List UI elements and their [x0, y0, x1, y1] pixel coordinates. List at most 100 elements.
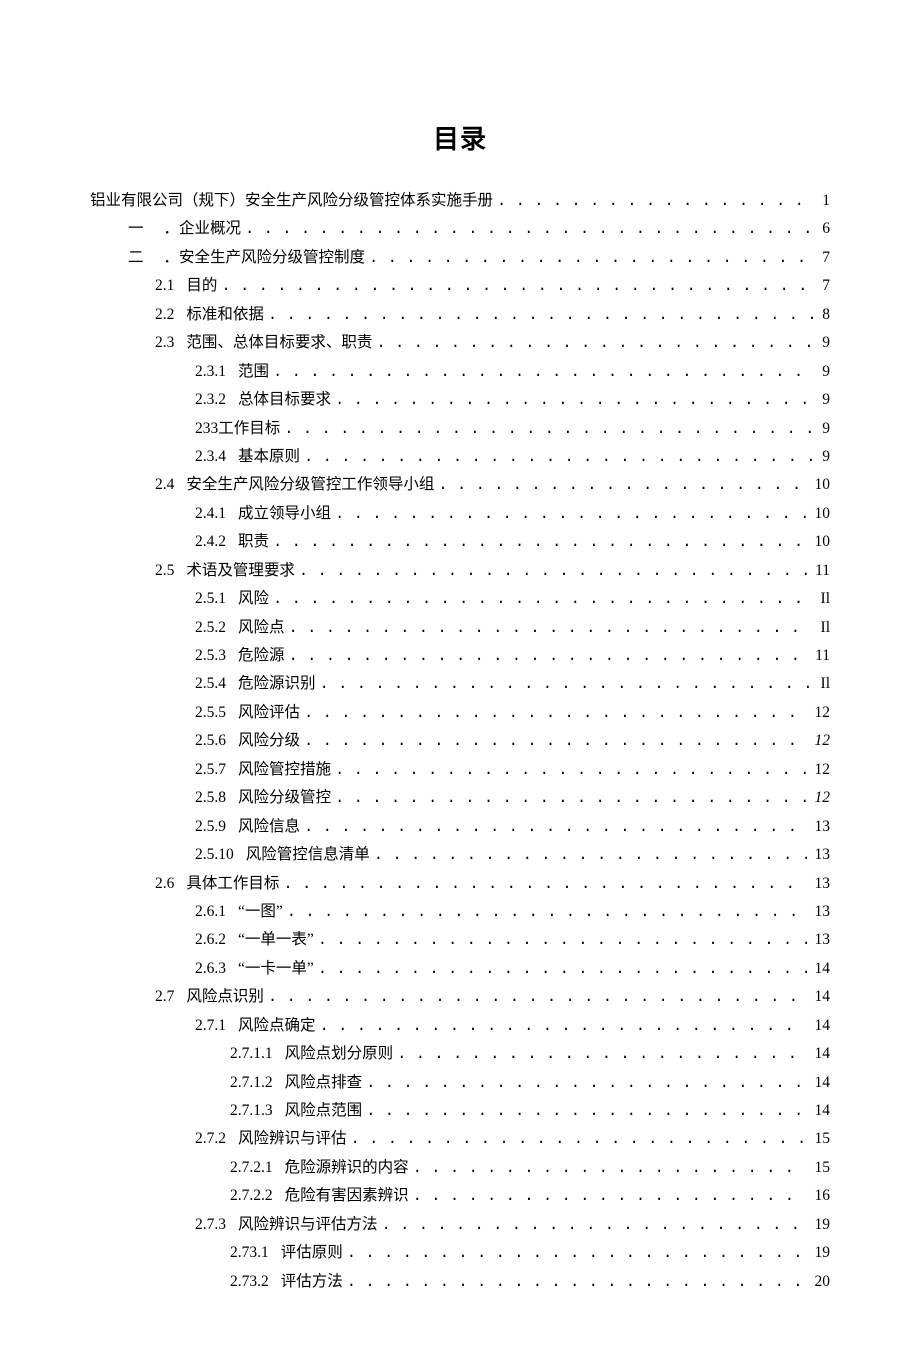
- toc-entry-number: 2.7.3: [195, 1213, 226, 1236]
- toc-dot-leader: [318, 929, 807, 952]
- toc-dot-leader: [287, 901, 807, 924]
- toc-entry-page: 12: [811, 786, 831, 809]
- toc-entry-number-cn: 二: [128, 246, 144, 269]
- toc-dot-leader: [347, 1242, 807, 1265]
- toc-container: 铝业有限公司（规下）安全生产风险分级管控体系实施手册1一．企业概况6二．安全生产…: [90, 189, 830, 1294]
- toc-entry-page: 11: [811, 644, 830, 667]
- toc-entry-page: 16: [811, 1184, 831, 1207]
- toc-entry-page: 10: [811, 473, 831, 496]
- toc-entry-page: 15: [811, 1156, 831, 1179]
- toc-entry-page: 12: [811, 729, 831, 752]
- toc-entry-page: 7: [818, 274, 830, 297]
- toc-entry-number: 2.6.1: [195, 900, 226, 923]
- toc-entry-page: 9: [818, 417, 830, 440]
- toc-entry: 2.3.1范围9: [90, 360, 830, 384]
- toc-entry: 2.7.2.1 危险源辨识的内容 15: [90, 1156, 830, 1180]
- toc-entry-number: 2.7.1.3: [230, 1099, 273, 1122]
- toc-entry-number: 2.2: [155, 303, 174, 326]
- toc-entry-number: 2.5.4: [195, 672, 226, 695]
- toc-entry-number: 2.4.2: [195, 530, 226, 553]
- toc-dot-leader: [221, 275, 814, 298]
- toc-entry-number-cn: 一: [128, 217, 144, 240]
- toc-dot-leader: [304, 446, 814, 469]
- toc-entry: 2.5.7风险管控措施12: [90, 758, 830, 782]
- toc-dot-leader: [304, 816, 806, 839]
- toc-entry: 2.3范围、总体目标要求、职责9: [90, 331, 830, 355]
- toc-entry-number: 2.73.1: [230, 1241, 269, 1264]
- toc-entry-page: 9: [818, 445, 830, 468]
- toc-entry-page: 9: [818, 331, 830, 354]
- toc-dot-leader: [283, 873, 806, 896]
- toc-dot-leader: [273, 588, 813, 611]
- toc-dot-leader: [335, 759, 806, 782]
- toc-entry: 2.7.1风险点确定14: [90, 1014, 830, 1038]
- toc-entry-number: 2.3.2: [195, 388, 226, 411]
- toc-entry-label: 风险辨识与评估方法: [238, 1213, 378, 1236]
- toc-entry: 2.5.4危险源识别Il: [90, 672, 830, 696]
- toc-entry: 2.2标准和依据8: [90, 303, 830, 327]
- toc-entry-label: 风险点划分原则: [285, 1042, 394, 1065]
- toc-dot-leader: [273, 361, 814, 384]
- toc-entry-label: 总体目标要求: [238, 388, 331, 411]
- toc-dot-leader: [335, 389, 814, 412]
- toc-entry: 2.4.2职责10: [90, 530, 830, 554]
- toc-entry-label: 评估原则: [281, 1241, 343, 1264]
- toc-dot-leader: [374, 844, 807, 867]
- toc-entry: 2.4安全生产风险分级管控工作领导小组10: [90, 473, 830, 497]
- toc-entry-page: 20: [811, 1270, 831, 1293]
- toc-entry-page: 9: [818, 360, 830, 383]
- toc-entry-label: 风险: [238, 587, 269, 610]
- toc-dot-leader: [366, 1072, 806, 1095]
- toc-dot-leader: [289, 617, 813, 640]
- toc-dot-leader: [347, 1271, 807, 1294]
- toc-entry-number: 2.5.1: [195, 587, 226, 610]
- toc-entry-number: 2.7.1.2: [230, 1071, 273, 1094]
- toc-entry: 2.7.3风险辨识与评估方法19: [90, 1213, 830, 1237]
- toc-entry-label: 成立领导小组: [238, 502, 331, 525]
- toc-entry-label: 具体工作目标: [186, 872, 279, 895]
- toc-entry-number: 2.7.1: [195, 1014, 226, 1037]
- toc-entry-label: 233工作目标: [195, 417, 280, 440]
- toc-entry-label: “一图”: [238, 900, 283, 923]
- toc-entry-page: 13: [811, 843, 831, 866]
- toc-entry-label: 职责: [238, 530, 269, 553]
- toc-entry: 2.6.2“一单一表”13: [90, 928, 830, 952]
- toc-entry-number: 2.7.1.1: [230, 1042, 273, 1065]
- toc-entry-page: 10: [811, 502, 831, 525]
- toc-entry: 铝业有限公司（规下）安全生产风险分级管控体系实施手册1: [90, 189, 830, 213]
- toc-dot-leader: [268, 986, 807, 1009]
- toc-entry-label: 评估方法: [281, 1270, 343, 1293]
- toc-entry: 2.5.1 风险 Il: [90, 587, 830, 611]
- toc-entry-label: 目的: [186, 274, 217, 297]
- toc-entry-label: 风险点识别: [186, 985, 264, 1008]
- toc-entry-number: 2.6.3: [195, 957, 226, 980]
- toc-entry-page: 14: [811, 1071, 831, 1094]
- toc-entry-label: 危险源辨识的内容: [285, 1156, 409, 1179]
- toc-entry-page: 6: [818, 217, 830, 240]
- toc-entry: 2.5.8风险分级管控12: [90, 786, 830, 810]
- toc-entry-number: 2.5.5: [195, 701, 226, 724]
- toc-entry-page: 9: [818, 388, 830, 411]
- toc-entry: 2.7.2.2危险有害因素辨识16: [90, 1184, 830, 1208]
- toc-entry-page: 1: [818, 189, 830, 212]
- toc-entry-label: 术语及管理要求: [186, 559, 295, 582]
- toc-entry: 233工作目标 9: [90, 417, 830, 441]
- toc-dot-leader: [351, 1128, 807, 1151]
- toc-entry-label: 风险分级: [238, 729, 300, 752]
- toc-entry-number: 2.5.8: [195, 786, 226, 809]
- toc-entry-label: “一卡一单”: [238, 957, 314, 980]
- toc-dot-leader: [245, 218, 814, 241]
- toc-entry: 2.6具体工作目标13: [90, 872, 830, 896]
- toc-entry-page: Il: [817, 587, 830, 610]
- toc-dot-leader: [397, 1043, 806, 1066]
- toc-entry-number: 2.5.9: [195, 815, 226, 838]
- toc-dot-leader: [335, 503, 806, 526]
- toc-dot-leader: [376, 332, 814, 355]
- toc-entry: 2.5.5风险评估12: [90, 701, 830, 725]
- toc-dot-leader: [497, 190, 814, 213]
- toc-entry-page: 14: [811, 985, 831, 1008]
- toc-entry-label: 风险点: [238, 616, 285, 639]
- toc-entry-number: 2.7.2.1: [230, 1156, 273, 1179]
- toc-entry-number: 2.4: [155, 473, 174, 496]
- toc-entry-label: 风险评估: [238, 701, 300, 724]
